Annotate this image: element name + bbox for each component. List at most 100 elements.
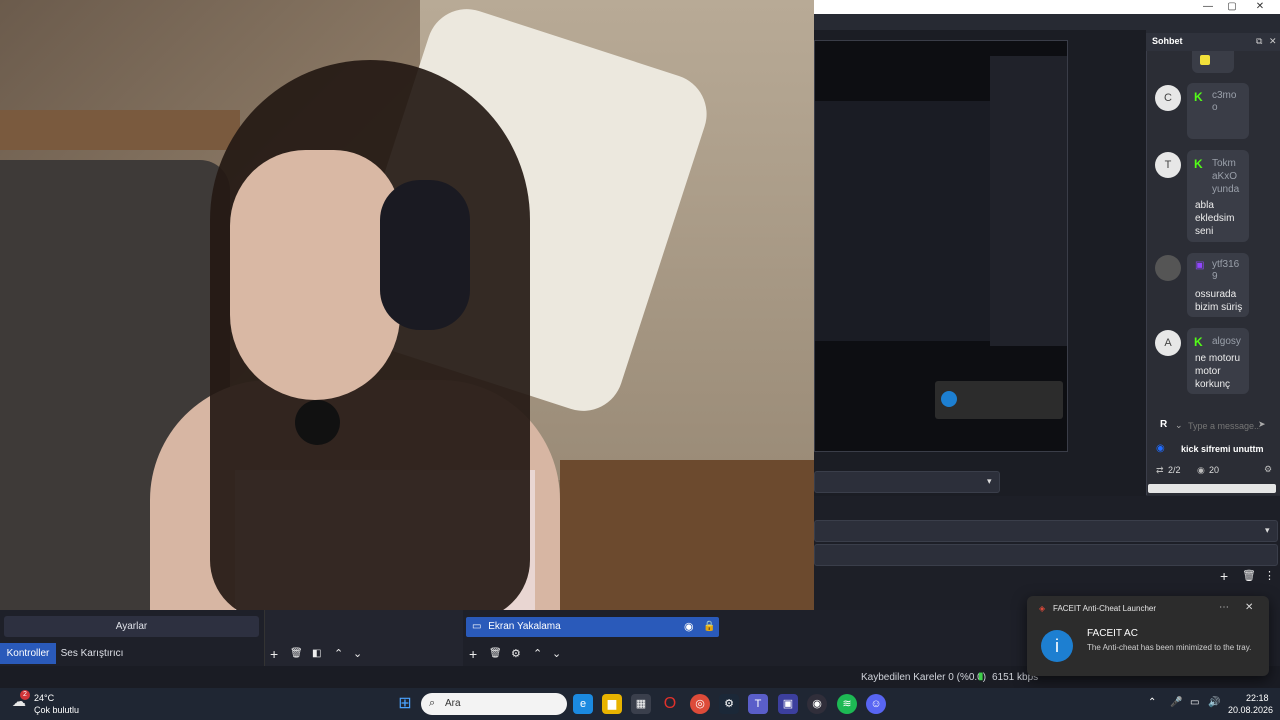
chat-count: 2/2 bbox=[1168, 465, 1181, 475]
close-icon[interactable]: ✕ bbox=[1248, 0, 1272, 14]
settings-button[interactable]: Ayarlar bbox=[4, 616, 259, 637]
store-icon[interactable]: ▦ bbox=[631, 694, 651, 714]
visibility-icon[interactable]: ◉ bbox=[684, 617, 694, 637]
gear-icon[interactable]: ⚙ bbox=[511, 647, 521, 660]
emote-bubble bbox=[1192, 51, 1234, 73]
taskbar-search[interactable]: ⌕ Ara bbox=[421, 693, 567, 715]
search-icon: ⌕ bbox=[429, 697, 436, 709]
source-item-screen-capture[interactable]: ▭ Ekran Yakalama ◉ 🔒 bbox=[466, 617, 719, 637]
weather-desc: Çok bulutlu bbox=[34, 705, 80, 715]
source-label: Ekran Yakalama bbox=[488, 621, 561, 632]
headset bbox=[380, 180, 470, 330]
avatar: T bbox=[1155, 152, 1181, 178]
lock-icon[interactable]: 🔒 bbox=[703, 617, 715, 637]
avatar-image bbox=[1155, 255, 1181, 281]
more-icon[interactable]: ⋮ bbox=[1264, 569, 1275, 582]
kick-icon: K bbox=[1194, 90, 1203, 104]
nested-toast bbox=[935, 381, 1063, 419]
opera-icon[interactable]: O bbox=[660, 694, 680, 714]
move-up-icon[interactable]: ⌃ bbox=[533, 647, 542, 660]
clock-time[interactable]: 22:18 bbox=[1246, 693, 1269, 703]
webcam-feed bbox=[0, 0, 814, 610]
toast-app-name: FACEIT Anti-Cheat Launcher bbox=[1053, 604, 1157, 613]
tab-audio-mixer[interactable]: Ses Karıştırıcı bbox=[58, 643, 126, 664]
emote-icon bbox=[1200, 55, 1210, 65]
chat-input[interactable] bbox=[1186, 416, 1262, 436]
chat-username[interactable]: c3mo o bbox=[1212, 90, 1242, 114]
trash-icon[interactable]: 🗑 bbox=[1242, 569, 1256, 582]
kick-icon: K bbox=[1194, 335, 1203, 349]
chat-message: abla ekledsim seni bbox=[1195, 200, 1235, 237]
discord-icon[interactable]: ☺ bbox=[866, 694, 886, 714]
transition-field[interactable] bbox=[814, 544, 1278, 566]
viewer-count: 20 bbox=[1209, 465, 1220, 475]
person-face bbox=[230, 150, 400, 400]
nested-chat bbox=[990, 56, 1067, 346]
add-scene-icon[interactable]: + bbox=[270, 646, 278, 662]
info-icon: i bbox=[1041, 630, 1073, 662]
toast-title: FACEIT AC bbox=[1087, 628, 1138, 639]
move-up-icon[interactable]: ⌃ bbox=[334, 647, 343, 660]
minimize-icon[interactable]: — bbox=[1196, 0, 1220, 14]
popout-icon[interactable]: ⧉ bbox=[1256, 36, 1262, 47]
close-chat-icon[interactable]: ✕ bbox=[1269, 36, 1277, 47]
add-source-icon[interactable]: + bbox=[469, 646, 477, 662]
mic-icon[interactable]: 🎤 bbox=[1170, 697, 1182, 708]
nested-preview bbox=[814, 40, 1068, 452]
filter-icon[interactable]: ◧ bbox=[312, 648, 321, 659]
app-icon[interactable]: ▣ bbox=[778, 694, 798, 714]
avatar: C bbox=[1155, 85, 1181, 111]
avatar: A bbox=[1155, 330, 1181, 356]
teams-icon[interactable]: T bbox=[748, 694, 768, 714]
info-icon bbox=[941, 391, 957, 407]
obs-icon[interactable]: ◉ bbox=[807, 694, 827, 714]
clock-date[interactable]: 20.08.2026 bbox=[1228, 705, 1273, 715]
remove-source-icon[interactable]: 🗑 bbox=[489, 648, 502, 659]
dropped-frames: Kaybedilen Kareler 0 (%0.0) bbox=[861, 672, 987, 683]
chrome-icon[interactable]: ◎ bbox=[690, 694, 710, 714]
chat-title: Sohbet bbox=[1152, 36, 1183, 46]
chat-username[interactable]: algosy bbox=[1212, 336, 1241, 347]
chevron-up-icon[interactable]: ⌃ bbox=[1148, 697, 1156, 708]
scene-dropdown[interactable]: ▾ bbox=[814, 471, 1000, 493]
spotify-icon[interactable]: ≋ bbox=[837, 694, 857, 714]
chat-username[interactable]: Tokm aKxO yunda bbox=[1212, 157, 1246, 196]
weather-badge: 2 bbox=[20, 690, 30, 700]
chevron-down-icon: ▾ bbox=[1265, 525, 1270, 535]
chevron-down-icon[interactable]: ⌄ bbox=[1175, 420, 1183, 431]
send-icon[interactable]: ➤ bbox=[1258, 419, 1266, 430]
notification-toast[interactable]: ◈ FACEIT Anti-Cheat Launcher ⋯ ✕ i FACEI… bbox=[1027, 596, 1269, 676]
maximize-icon[interactable]: ▢ bbox=[1220, 0, 1244, 14]
toast-body: The Anti-cheat has been minimized to the… bbox=[1087, 643, 1252, 652]
add-icon[interactable]: + bbox=[1220, 568, 1228, 584]
kick-pin-icon: ◉ bbox=[1156, 443, 1165, 454]
floor bbox=[560, 460, 814, 610]
faceit-icon: ◈ bbox=[1039, 604, 1046, 613]
twitch-icon: ▣ bbox=[1195, 260, 1205, 271]
monitor-icon: ▭ bbox=[472, 621, 482, 632]
windows-start-icon[interactable]: ⊞ bbox=[395, 694, 415, 714]
chat-scrollbar[interactable] bbox=[1148, 484, 1276, 493]
edge-icon[interactable]: e bbox=[573, 694, 593, 714]
chevron-down-icon: ▾ bbox=[987, 476, 992, 486]
weather-temp: 24°C bbox=[34, 693, 55, 703]
tab-controls[interactable]: Kontroller bbox=[0, 643, 56, 664]
signal-icon: ▮ bbox=[978, 671, 984, 682]
chat-user-initial[interactable]: R bbox=[1160, 419, 1167, 430]
eye-icon: ◉ bbox=[1197, 465, 1205, 475]
search-label: Ara bbox=[445, 698, 461, 709]
gear-icon[interactable]: ⚙ bbox=[1264, 464, 1272, 475]
steam-icon[interactable]: ⚙ bbox=[719, 694, 739, 714]
close-icon[interactable]: ✕ bbox=[1245, 602, 1253, 613]
move-down-icon[interactable]: ⌄ bbox=[552, 647, 561, 660]
remove-scene-icon[interactable]: 🗑 bbox=[290, 648, 303, 659]
display-icon[interactable]: ▭ bbox=[1190, 697, 1199, 708]
volume-icon[interactable]: 🔊 bbox=[1208, 697, 1220, 708]
chat-message: ossurada bizim süriş bbox=[1195, 289, 1243, 313]
source-dropdown[interactable]: ▾ bbox=[814, 520, 1278, 542]
microphone bbox=[295, 400, 340, 445]
move-down-icon[interactable]: ⌄ bbox=[353, 647, 362, 660]
file-explorer-icon[interactable]: ▆ bbox=[602, 694, 622, 714]
chat-username[interactable]: ytf316 9 bbox=[1212, 259, 1242, 283]
more-options-icon[interactable]: ⋯ bbox=[1219, 602, 1229, 613]
